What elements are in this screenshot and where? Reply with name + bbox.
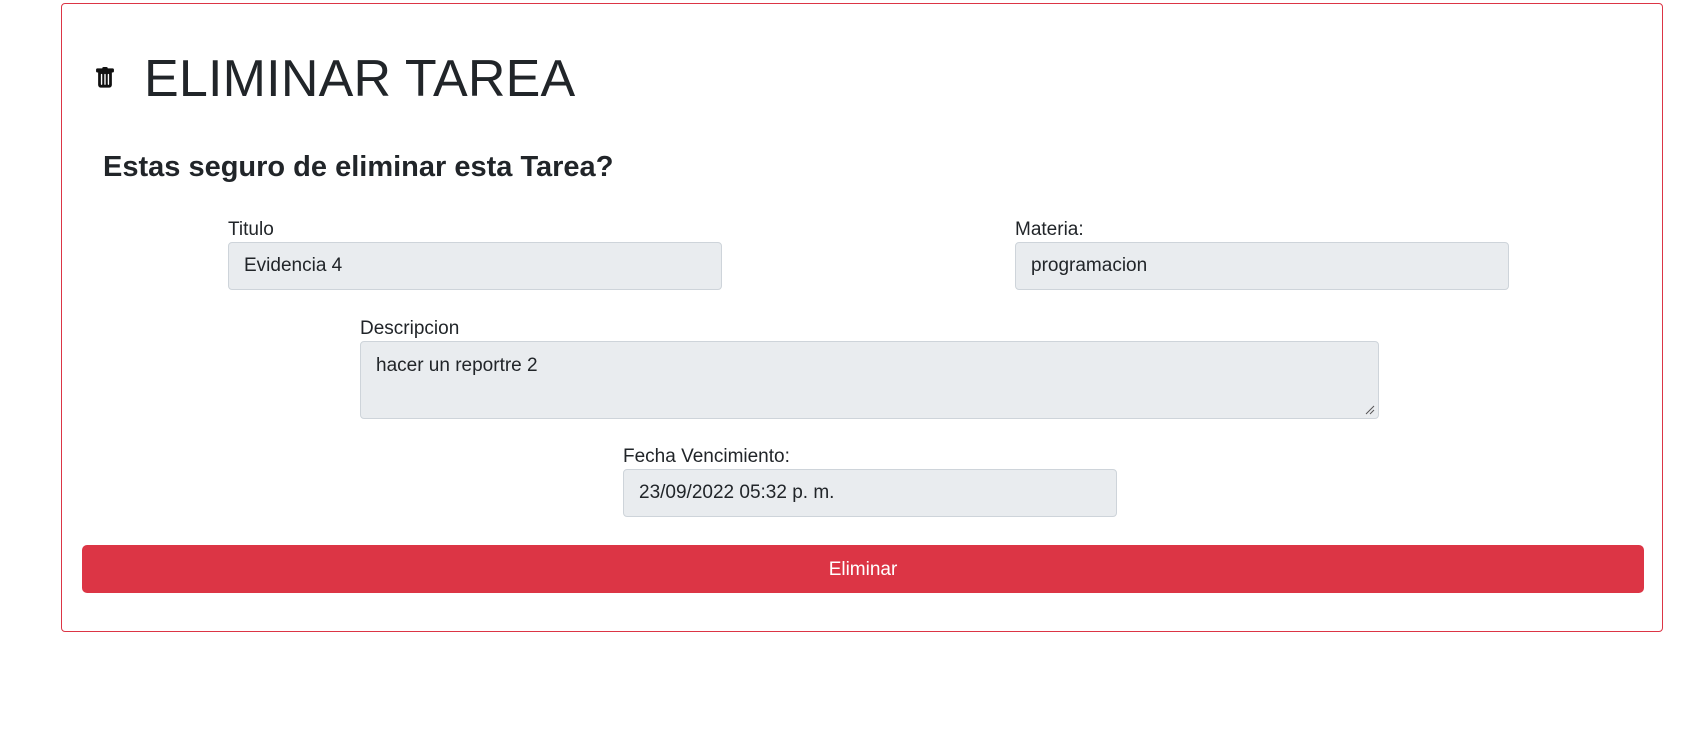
- page-title: ELIMINAR TAREA: [144, 50, 576, 108]
- delete-task-card: ELIMINAR TAREA Estas seguro de eliminar …: [61, 3, 1663, 632]
- titulo-field[interactable]: Evidencia 4: [228, 242, 722, 290]
- delete-button[interactable]: Eliminar: [82, 545, 1644, 593]
- descripcion-textarea[interactable]: hacer un reportre 2: [360, 341, 1379, 419]
- materia-label: Materia:: [1015, 219, 1084, 240]
- header: [94, 48, 116, 108]
- materia-field[interactable]: programacion: [1015, 242, 1509, 290]
- trash-icon: [96, 67, 114, 88]
- resize-grip-icon[interactable]: [1365, 405, 1375, 415]
- titulo-label: Titulo: [228, 219, 274, 240]
- confirmation-question: Estas seguro de eliminar esta Tarea?: [103, 151, 614, 183]
- fecha-vencimiento-field[interactable]: 23/09/2022 05:32 p. m.: [623, 469, 1117, 517]
- fecha-vencimiento-label: Fecha Vencimiento:: [623, 446, 790, 467]
- descripcion-text: hacer un reportre 2: [376, 355, 538, 376]
- descripcion-label: Descripcion: [360, 318, 460, 339]
